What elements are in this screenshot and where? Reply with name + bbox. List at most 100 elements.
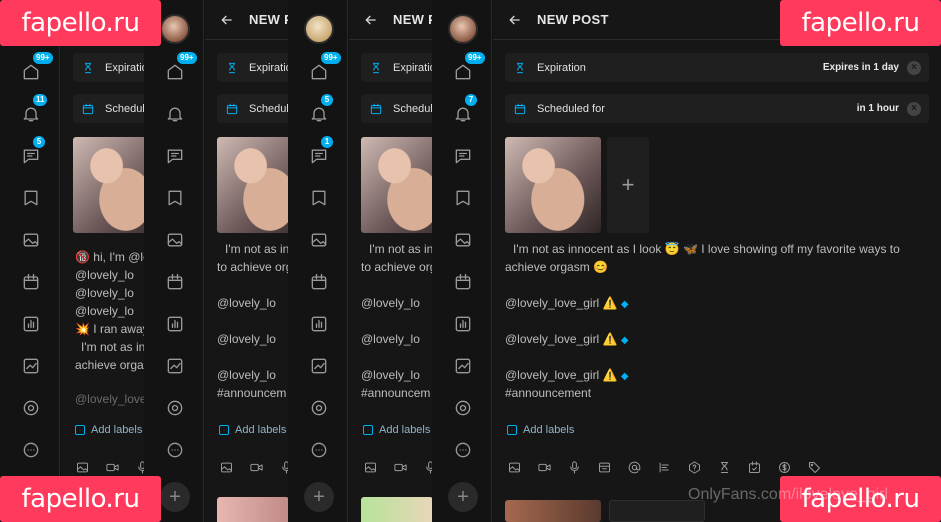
new-post-button[interactable]: + [304, 482, 334, 512]
video-icon[interactable] [535, 458, 553, 476]
image-icon[interactable] [19, 228, 43, 252]
hashtag[interactable]: #announcement [505, 384, 591, 402]
video-icon[interactable] [391, 458, 409, 476]
question-icon[interactable] [685, 458, 703, 476]
bookmark-icon[interactable] [307, 186, 331, 210]
add-labels[interactable]: Add labels [507, 424, 574, 436]
expiration-row[interactable]: Expiration Expires in 1 day × [505, 53, 929, 82]
media-thumbnail[interactable] [361, 137, 433, 233]
back-arrow-icon[interactable] [363, 12, 379, 28]
mention: @lovely_lo [217, 332, 276, 346]
media-thumbnail[interactable] [505, 137, 601, 233]
scheduled-row[interactable]: Schedule [217, 94, 289, 123]
image-icon[interactable] [163, 228, 187, 252]
hourglass-icon[interactable] [715, 458, 733, 476]
bookmark-icon[interactable] [163, 186, 187, 210]
more-icon[interactable] [451, 438, 475, 462]
chat-icon[interactable]: 1 [307, 136, 333, 168]
image-icon[interactable] [451, 228, 475, 252]
avatar[interactable] [448, 14, 478, 44]
expiration-row[interactable]: Expiration [361, 53, 433, 82]
avatar[interactable] [304, 14, 334, 44]
stats-icon[interactable] [451, 312, 475, 336]
gif-icon[interactable] [595, 458, 613, 476]
calendar-icon[interactable] [19, 270, 43, 294]
close-icon[interactable]: × [907, 60, 921, 75]
back-arrow-icon[interactable] [219, 12, 235, 28]
image-icon[interactable] [217, 458, 235, 476]
profile-icon[interactable] [451, 396, 475, 420]
profile-icon[interactable] [19, 396, 43, 420]
media-preview[interactable] [361, 497, 433, 522]
chat-icon[interactable]: 5 [19, 136, 45, 168]
stats-icon[interactable] [163, 312, 187, 336]
media-preview[interactable] [505, 500, 601, 522]
mic-icon[interactable] [565, 458, 583, 476]
scheduled-row[interactable]: Schedule [361, 94, 433, 123]
stats-icon[interactable] [307, 312, 331, 336]
image-icon[interactable] [307, 228, 331, 252]
more-icon[interactable] [19, 438, 43, 462]
bookmark-icon[interactable] [451, 186, 475, 210]
stats-icon[interactable] [19, 312, 43, 336]
scheduled-row[interactable]: Scheduled for in 1 hour × [505, 94, 929, 123]
chart-icon[interactable] [163, 354, 187, 378]
notification-badge: 11 [33, 94, 48, 106]
calendar-icon[interactable] [451, 270, 475, 294]
mention: @lovely_lo [217, 296, 276, 310]
caption[interactable]: I'm not as innocent as I look 😇 🦋 I love… [505, 240, 915, 276]
bell-icon[interactable]: 5 [307, 94, 333, 126]
home-icon[interactable]: 99+ [307, 52, 341, 84]
align-icon[interactable] [655, 458, 673, 476]
back-arrow-icon[interactable] [507, 12, 523, 28]
bookmark-icon[interactable] [19, 186, 43, 210]
more-icon[interactable] [307, 438, 331, 462]
add-labels[interactable]: Add labels [75, 424, 142, 436]
home-icon[interactable]: 99+ [19, 52, 53, 84]
chat-icon[interactable] [451, 144, 475, 168]
image-icon[interactable] [361, 458, 379, 476]
video-icon[interactable] [247, 458, 265, 476]
caption-line: I'm not as in [369, 242, 433, 256]
chart-icon[interactable] [451, 354, 475, 378]
media-preview[interactable] [217, 497, 289, 522]
chart-icon[interactable] [307, 354, 331, 378]
chart-icon[interactable] [19, 354, 43, 378]
image-icon[interactable] [73, 458, 91, 476]
dollar-icon[interactable] [775, 458, 793, 476]
add-labels[interactable]: Add labels [363, 424, 430, 436]
home-icon[interactable]: 99+ [163, 52, 197, 84]
mention[interactable]: @lovely_love_girl [505, 332, 599, 346]
new-post-button[interactable]: + [160, 482, 190, 512]
more-icon[interactable] [163, 438, 187, 462]
mention[interactable]: @lovely_love_girl [505, 368, 599, 382]
mention[interactable]: @lovely_love_girl [505, 296, 599, 310]
add-media-button[interactable]: + [607, 137, 649, 233]
close-icon[interactable]: × [907, 101, 921, 116]
bell-icon[interactable] [163, 102, 187, 126]
label-icon [219, 425, 229, 435]
media-thumbnail[interactable] [217, 137, 289, 233]
add-labels[interactable]: Add labels [219, 424, 286, 436]
profile-icon[interactable] [163, 396, 187, 420]
bell-icon[interactable]: 7 [451, 94, 477, 126]
scheduled-row[interactable]: Schedule [73, 94, 145, 123]
bell-icon[interactable]: 11 [19, 94, 48, 126]
add-labels-text: Add labels [523, 424, 575, 436]
at-icon[interactable] [625, 458, 643, 476]
calendar-icon[interactable] [307, 270, 331, 294]
chat-icon[interactable] [163, 144, 187, 168]
expiration-row[interactable]: Expiration [217, 53, 289, 82]
image-icon[interactable] [505, 458, 523, 476]
tag-icon[interactable] [805, 458, 823, 476]
expiration-row[interactable]: Expiration [73, 53, 145, 82]
media-thumbnail[interactable] [73, 137, 145, 233]
calendar-icon[interactable] [163, 270, 187, 294]
video-icon[interactable] [103, 458, 121, 476]
profile-icon[interactable] [307, 396, 331, 420]
home-badge: 99+ [321, 52, 341, 64]
avatar[interactable] [160, 14, 190, 44]
calendar-check-icon[interactable] [745, 458, 763, 476]
home-icon[interactable]: 99+ [451, 52, 485, 84]
new-post-button[interactable]: + [448, 482, 478, 512]
